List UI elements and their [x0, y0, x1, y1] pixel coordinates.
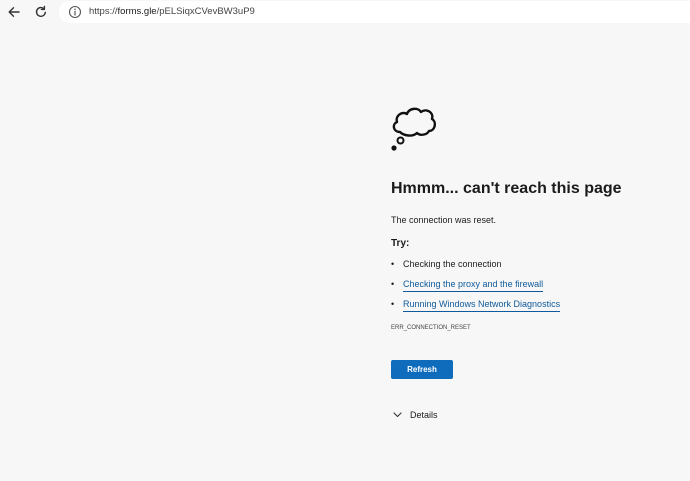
refresh-icon: [35, 5, 46, 18]
details-label: Details: [410, 410, 438, 420]
arrow-left-icon: [8, 7, 20, 17]
error-title: Hmmm... can't reach this page: [391, 180, 622, 197]
thought-cloud-icon: [391, 107, 437, 151]
url-prefix: https://: [89, 6, 118, 17]
proxy-firewall-link[interactable]: Checking the proxy and the firewall: [403, 278, 544, 292]
url-path: /pELSiqxCVevBW3uP9: [156, 6, 255, 17]
address-bar[interactable]: https://forms.gle/pELSiqxCVevBW3uP9: [59, 1, 690, 23]
bullet: •: [391, 299, 395, 309]
info-icon[interactable]: [68, 5, 82, 19]
bullet: •: [391, 259, 395, 269]
reload-button[interactable]: [31, 2, 51, 22]
refresh-button[interactable]: Refresh: [391, 360, 453, 379]
network-diagnostics-link[interactable]: Running Windows Network Diagnostics: [403, 298, 561, 312]
bullet: •: [391, 279, 395, 289]
url-text[interactable]: https://forms.gle/pELSiqxCVevBW3uP9: [89, 5, 255, 19]
suggestion-check-connection: Checking the connection: [403, 259, 502, 269]
back-button[interactable]: [4, 2, 24, 22]
chevron-down-icon: [393, 412, 402, 418]
error-description: The connection was reset.: [391, 215, 497, 225]
try-heading: Try:: [391, 238, 410, 249]
browser-toolbar: https://forms.gle/pELSiqxCVevBW3uP9: [0, 0, 690, 24]
error-code: ERR_CONNECTION_RESET: [391, 325, 471, 331]
url-domain: forms.gle: [117, 6, 157, 17]
details-toggle[interactable]: Details: [393, 408, 438, 422]
